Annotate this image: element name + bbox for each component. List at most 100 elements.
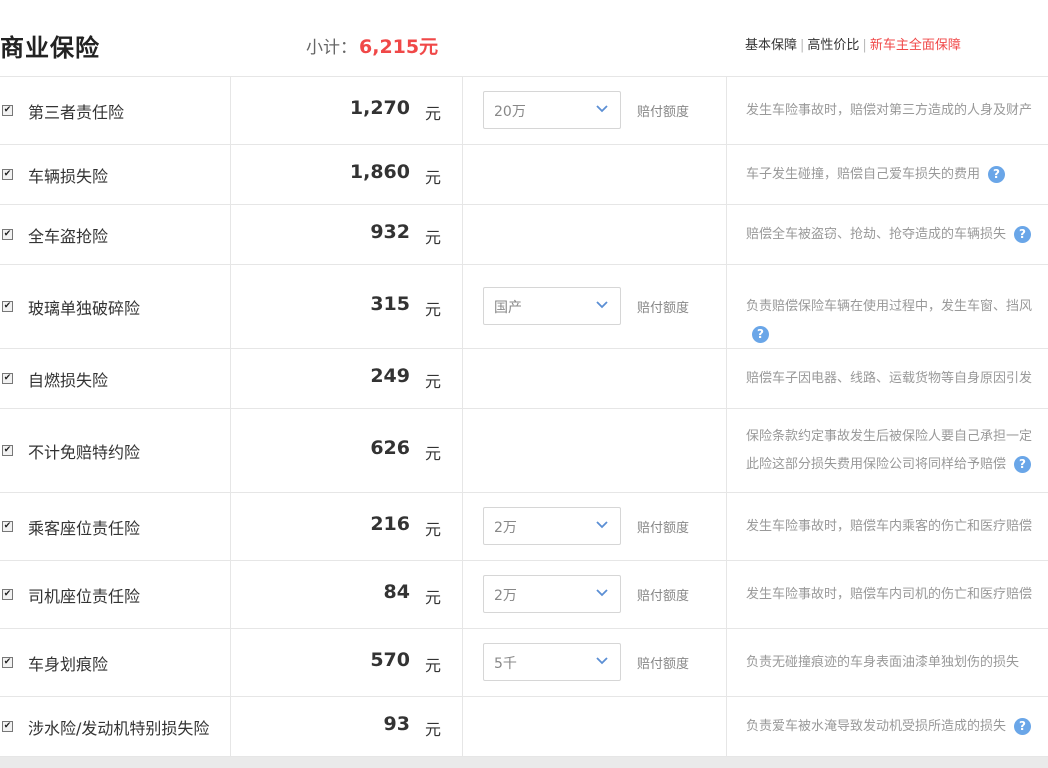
insurance-checkbox[interactable]: ✔ <box>2 373 13 384</box>
column-divider <box>230 205 231 264</box>
insurance-price: 932 <box>370 221 410 243</box>
coverage-limit-label: 赔付额度 <box>637 589 690 604</box>
insurance-row: ✔ 不计免赔特约险 626 元 保险条款约定事故发生后被保险人要自己承担一定 此险这部分损… <box>0 409 1048 493</box>
description-text: 赔偿车子因电器、线路、运载货物等自身原因引发 <box>746 371 1033 386</box>
insurance-checkbox[interactable]: ✔ <box>2 105 13 116</box>
price-unit: 元 <box>425 300 442 319</box>
column-divider <box>230 629 231 696</box>
insurance-row: ✔ 车身划痕险 570 元 5千 赔付额度 负责无碰撞痕迹的车身表面油漆单独划伤的损失 <box>0 629 1048 697</box>
subtotal-label: 小计： <box>306 38 357 58</box>
plan-separator: | <box>862 38 867 53</box>
description-line: 此险这部分损失费用保险公司将同样给予赔偿? <box>746 451 1032 479</box>
insurance-price: 1,270 <box>349 97 410 119</box>
price-unit: 元 <box>425 656 442 675</box>
insurance-name: 车身划痕险 <box>28 655 109 674</box>
help-icon[interactable]: ? <box>1014 226 1032 243</box>
column-divider <box>462 205 463 264</box>
insurance-description: 发生车险事故时，赔偿车内乘客的伤亡和医疗赔偿 <box>746 513 1032 541</box>
insurance-description: 赔偿全车被盗窃、抢劫、抢夺造成的车辆损失? <box>746 221 1032 249</box>
insurance-price: 1,860 <box>349 161 410 183</box>
description-text: 发生车险事故时，赔偿车内司机的伤亡和医疗赔偿 <box>746 587 1033 602</box>
description-line: 负责赔偿保险车辆在使用过程中，发生车窗、挡风 <box>746 293 1032 321</box>
column-divider <box>726 265 727 348</box>
insurance-price: 93 <box>383 713 410 735</box>
description-line: 保险条款约定事故发生后被保险人要自己承担一定 <box>746 423 1032 451</box>
coverage-select[interactable]: 20万 <box>483 91 621 129</box>
chevron-down-icon <box>596 105 608 113</box>
insurance-list: ✔ 第三者责任险 1,270 元 20万 赔付额度 发生车险事故时，赔偿对第三方造成的人… <box>0 77 1048 757</box>
insurance-description: 赔偿车子因电器、线路、运载货物等自身原因引发 <box>746 365 1032 393</box>
column-divider <box>230 77 231 144</box>
insurance-checkbox[interactable]: ✔ <box>2 657 13 668</box>
column-divider <box>462 77 463 144</box>
help-icon[interactable]: ? <box>988 166 1006 183</box>
coverage-select[interactable]: 5千 <box>483 643 621 681</box>
insurance-price: 570 <box>370 649 410 671</box>
coverage-limit-label: 赔付额度 <box>637 521 690 536</box>
description-line: 赔偿车子因电器、线路、运载货物等自身原因引发 <box>746 365 1032 393</box>
description-line: 负责爱车被水淹导致发动机受损所造成的损失? <box>746 713 1032 741</box>
price-unit: 元 <box>425 444 442 463</box>
column-divider <box>726 629 727 696</box>
insurance-row: ✔ 司机座位责任险 84 元 2万 赔付额度 发生车险事故时，赔偿车内司机的伤亡和医疗赔… <box>0 561 1048 629</box>
insurance-row: ✔ 自燃损失险 249 元 赔偿车子因电器、线路、运载货物等自身原因引发 <box>0 349 1048 409</box>
column-divider <box>230 265 231 348</box>
description-text: 此险这部分损失费用保险公司将同样给予赔偿 <box>746 457 1007 472</box>
column-divider <box>230 145 231 204</box>
coverage-limit-label: 赔付额度 <box>637 657 690 672</box>
insurance-name: 玻璃单独破碎险 <box>28 299 141 318</box>
insurance-checkbox[interactable]: ✔ <box>2 229 13 240</box>
price-unit: 元 <box>425 104 442 123</box>
insurance-description: 负责爱车被水淹导致发动机受损所造成的损失? <box>746 713 1032 741</box>
coverage-select-value: 2万 <box>494 588 517 604</box>
insurance-checkbox[interactable]: ✔ <box>2 445 13 456</box>
column-divider <box>462 145 463 204</box>
plan-newcar-link[interactable]: 新车主全面保障 <box>870 38 961 53</box>
description-line: ? <box>746 321 1032 349</box>
insurance-checkbox[interactable]: ✔ <box>2 721 13 732</box>
plan-basic-link[interactable]: 基本保障 <box>745 38 797 53</box>
description-text: 车子发生碰撞，赔偿自己爱车损失的费用 <box>746 167 981 182</box>
plan-value-link[interactable]: 高性价比 <box>807 38 859 53</box>
insurance-name: 不计免赔特约险 <box>28 443 141 462</box>
insurance-description: 负责赔偿保险车辆在使用过程中，发生车窗、挡风? <box>746 293 1032 349</box>
column-divider <box>462 561 463 628</box>
coverage-select[interactable]: 国产 <box>483 287 621 325</box>
description-line: 赔偿全车被盗窃、抢劫、抢夺造成的车辆损失? <box>746 221 1032 249</box>
column-divider <box>230 349 231 408</box>
column-divider <box>726 493 727 560</box>
coverage-select[interactable]: 2万 <box>483 507 621 545</box>
insurance-checkbox[interactable]: ✔ <box>2 169 13 180</box>
coverage-select[interactable]: 2万 <box>483 575 621 613</box>
description-text: 负责无碰撞痕迹的车身表面油漆单独划伤的损失 <box>746 655 1020 670</box>
column-divider <box>230 697 231 756</box>
description-line: 负责无碰撞痕迹的车身表面油漆单独划伤的损失 <box>746 649 1019 677</box>
insurance-checkbox[interactable]: ✔ <box>2 521 13 532</box>
insurance-price: 249 <box>370 365 410 387</box>
insurance-price: 626 <box>370 437 410 459</box>
column-divider <box>726 697 727 756</box>
help-icon[interactable]: ? <box>1014 456 1032 473</box>
chevron-down-icon <box>596 657 608 665</box>
insurance-row: ✔ 玻璃单独破碎险 315 元 国产 赔付额度 负责赔偿保险车辆在使用过程中，发生车窗、… <box>0 265 1048 349</box>
insurance-description: 保险条款约定事故发生后被保险人要自己承担一定 此险这部分损失费用保险公司将同样给予… <box>746 423 1032 479</box>
chevron-down-icon <box>596 589 608 597</box>
insurance-checkbox[interactable]: ✔ <box>2 589 13 600</box>
help-icon[interactable]: ? <box>752 326 769 343</box>
coverage-limit-label: 赔付额度 <box>637 105 690 120</box>
section-title: 商业保险 <box>0 34 100 62</box>
column-divider <box>726 77 727 144</box>
help-icon[interactable]: ? <box>1014 718 1032 735</box>
insurance-description: 发生车险事故时，赔偿对第三方造成的人身及财产 <box>746 97 1032 125</box>
insurance-price: 84 <box>383 581 410 603</box>
coverage-select-value: 国产 <box>494 300 522 316</box>
subtotal: 小计： 6,215元 <box>306 32 438 59</box>
insurance-name: 第三者责任险 <box>28 103 125 122</box>
insurance-row: ✔ 车辆损失险 1,860 元 车子发生碰撞，赔偿自己爱车损失的费用? <box>0 145 1048 205</box>
column-divider <box>726 561 727 628</box>
bottom-divider <box>0 757 1048 768</box>
insurance-row: ✔ 涉水险/发动机特别损失险 93 元 负责爱车被水淹导致发动机受损所造成的损失? <box>0 697 1048 757</box>
insurance-description: 车子发生碰撞，赔偿自己爱车损失的费用? <box>746 161 1006 189</box>
insurance-checkbox[interactable]: ✔ <box>2 301 13 312</box>
column-divider <box>462 697 463 756</box>
